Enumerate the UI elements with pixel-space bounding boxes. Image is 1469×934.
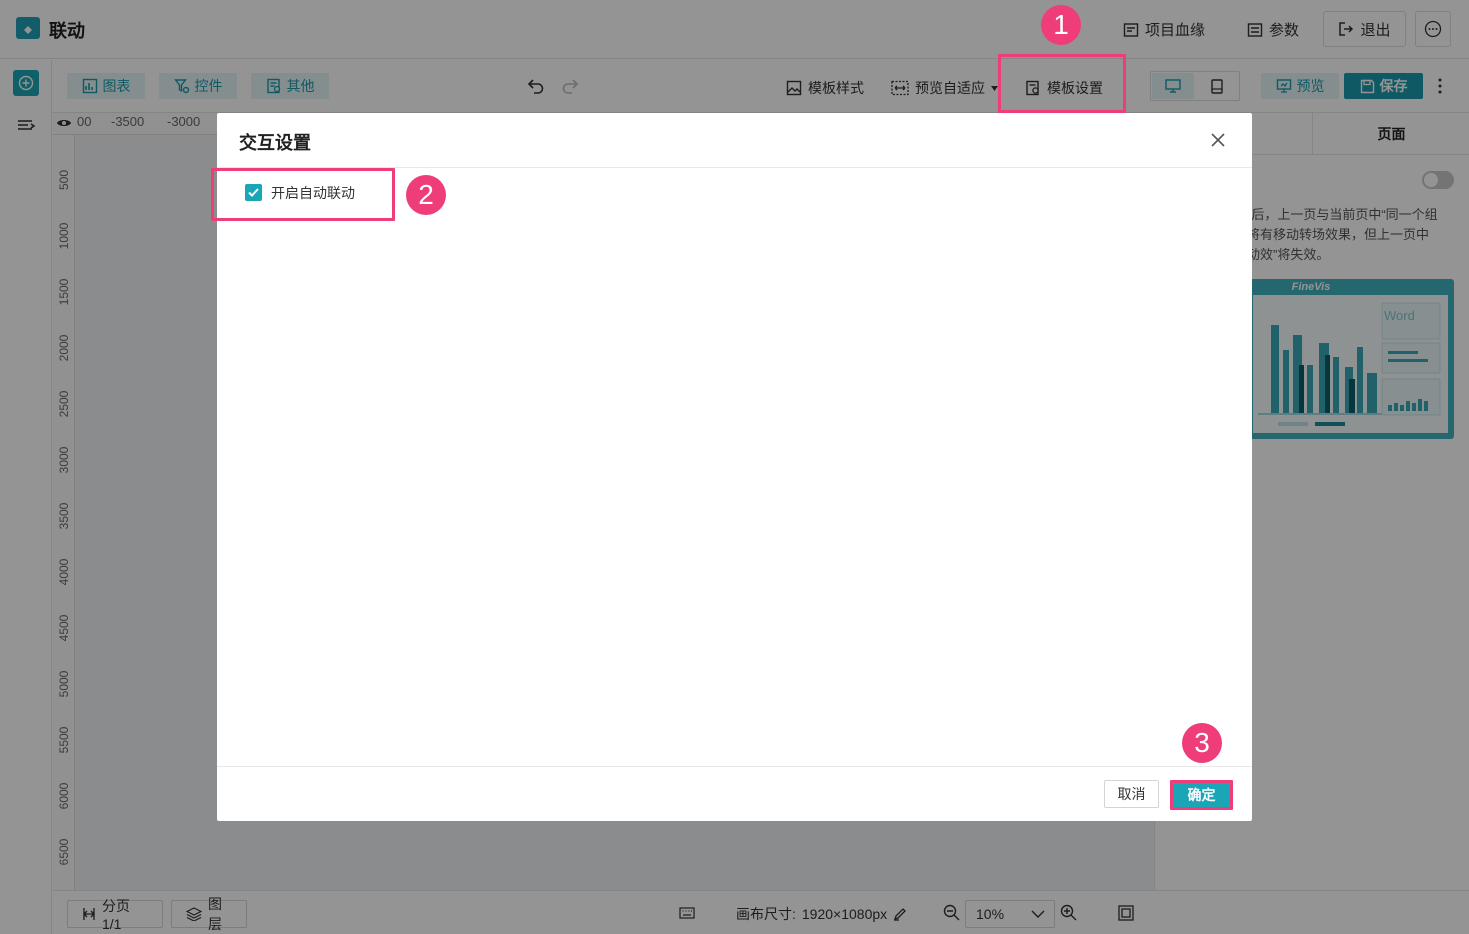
annotation-highlight-confirm [1170,780,1233,810]
step-badge-3: 3 [1182,723,1222,763]
dialog-footer [217,766,1252,821]
annotation-highlight-auto-link [211,168,395,221]
dialog-close-button[interactable] [1208,130,1228,150]
cancel-button[interactable]: 取消 [1104,780,1159,808]
close-icon [1208,130,1228,150]
dialog-title: 交互设置 [239,133,311,153]
step-badge-1: 1 [1041,5,1081,45]
dialog-header: 交互设置 [217,113,1252,168]
step-badge-2: 2 [406,175,446,215]
annotation-highlight-template-settings [998,54,1126,113]
